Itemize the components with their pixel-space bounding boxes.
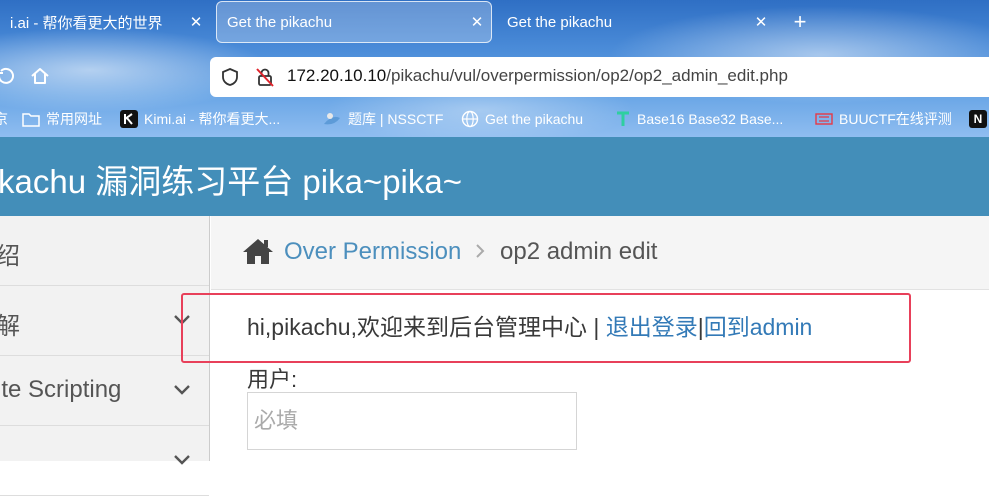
bookmark-label: BUUCTF在线评测 bbox=[839, 111, 952, 127]
insecure-lock-icon[interactable] bbox=[254, 66, 276, 88]
browser-tab-pikachu[interactable]: Get the pikachu ✕ bbox=[497, 0, 775, 44]
bookmark-folder-common[interactable]: 常用网址 bbox=[22, 108, 102, 130]
browser-chrome: i.ai - 帮你看更大的世界 ✕ Get the pikachu ✕ Get … bbox=[0, 0, 989, 137]
url-host: 172.20.10.10 bbox=[287, 66, 387, 85]
close-icon[interactable]: ✕ bbox=[182, 13, 210, 31]
close-icon[interactable]: ✕ bbox=[463, 13, 491, 31]
nssctf-logo-icon bbox=[322, 110, 342, 128]
tab-title: Get the pikachu bbox=[227, 13, 333, 31]
bookmark-buuctf[interactable]: BUUCTF在线评测 bbox=[815, 108, 952, 130]
breadcrumb-current: op2 admin edit bbox=[500, 238, 658, 265]
base-logo-icon bbox=[615, 110, 631, 128]
bookmark-nssctf[interactable]: 题库 | NSSCTF bbox=[322, 108, 443, 130]
bookmark-label: Base16 Base32 Base... bbox=[637, 111, 784, 127]
sidebar-item-intro[interactable]: 绍 bbox=[0, 216, 209, 286]
browser-tab-kimi[interactable]: i.ai - 帮你看更大的世界 ✕ bbox=[0, 0, 210, 44]
sidebar-item-xss[interactable]: ite Scripting bbox=[0, 356, 209, 426]
sidebar: 绍 解 ite Scripting bbox=[0, 216, 210, 496]
address-bar[interactable]: 172.20.10.10/pikachu/vul/overpermission/… bbox=[210, 57, 989, 97]
highlight-annotation-box bbox=[181, 293, 911, 363]
breadcrumb: Over Permission op2 admin edit bbox=[211, 216, 989, 290]
browser-tab-active[interactable]: Get the pikachu ✕ bbox=[216, 1, 492, 43]
bookmark-label: Get the pikachu bbox=[485, 111, 584, 127]
sidebar-item-next[interactable] bbox=[0, 426, 209, 496]
sidebar-item-label: 绍 bbox=[0, 243, 20, 270]
folder-icon bbox=[22, 112, 40, 127]
bookmark-base-encoder[interactable]: Base16 Base32 Base... bbox=[615, 108, 783, 130]
bookmark-partial[interactable]: 京 bbox=[0, 108, 8, 130]
bookmark-label: 京 bbox=[0, 111, 8, 127]
bookmark-label: 常用网址 bbox=[46, 111, 102, 127]
globe-icon bbox=[461, 110, 479, 128]
shield-icon[interactable] bbox=[220, 67, 240, 87]
bookmarks-bar: 京 常用网址 Kimi.ai - 帮你看更大... 题库 | NSSCTF Ge… bbox=[0, 104, 989, 134]
reload-icon[interactable] bbox=[0, 64, 18, 88]
close-icon[interactable]: ✕ bbox=[747, 13, 775, 31]
navigation-bar: 172.20.10.10/pikachu/vul/overpermission/… bbox=[0, 52, 989, 100]
chevron-right-icon bbox=[473, 241, 487, 261]
user-label: 用户: bbox=[247, 367, 298, 392]
notion-logo-icon: N bbox=[969, 110, 987, 128]
bookmark-pikachu[interactable]: Get the pikachu bbox=[461, 108, 583, 130]
username-input[interactable] bbox=[247, 392, 577, 450]
site-title[interactable]: kachu 漏洞练习平台 pika~pika~ bbox=[0, 155, 462, 203]
url-text: 172.20.10.10/pikachu/vul/overpermission/… bbox=[287, 66, 788, 86]
home-icon[interactable] bbox=[242, 237, 274, 265]
buuctf-logo-icon bbox=[815, 111, 833, 127]
sidebar-item-label: ite Scripting bbox=[0, 376, 122, 403]
site-header: kachu 漏洞练习平台 pika~pika~ bbox=[0, 137, 989, 216]
kimi-logo-icon bbox=[120, 110, 138, 128]
bookmark-label: 题库 | NSSCTF bbox=[348, 111, 444, 127]
home-button-icon[interactable] bbox=[28, 64, 52, 88]
chevron-down-icon bbox=[171, 448, 193, 470]
tab-title: Get the pikachu bbox=[507, 13, 613, 31]
tab-title: i.ai - 帮你看更大的世界 bbox=[10, 14, 163, 32]
new-tab-button[interactable]: + bbox=[788, 8, 812, 36]
url-path: /pikachu/vul/overpermission/op2/op2_admi… bbox=[386, 66, 788, 85]
breadcrumb-over-permission[interactable]: Over Permission bbox=[284, 238, 461, 266]
chevron-down-icon bbox=[171, 378, 193, 400]
sidebar-item-label: 解 bbox=[0, 313, 20, 340]
bookmark-label: Kimi.ai - 帮你看更大... bbox=[144, 111, 281, 127]
bookmark-kimi[interactable]: Kimi.ai - 帮你看更大... bbox=[120, 108, 280, 130]
bookmark-notion[interactable]: N bbox=[969, 108, 989, 130]
sidebar-item-understanding[interactable]: 解 bbox=[0, 286, 209, 356]
